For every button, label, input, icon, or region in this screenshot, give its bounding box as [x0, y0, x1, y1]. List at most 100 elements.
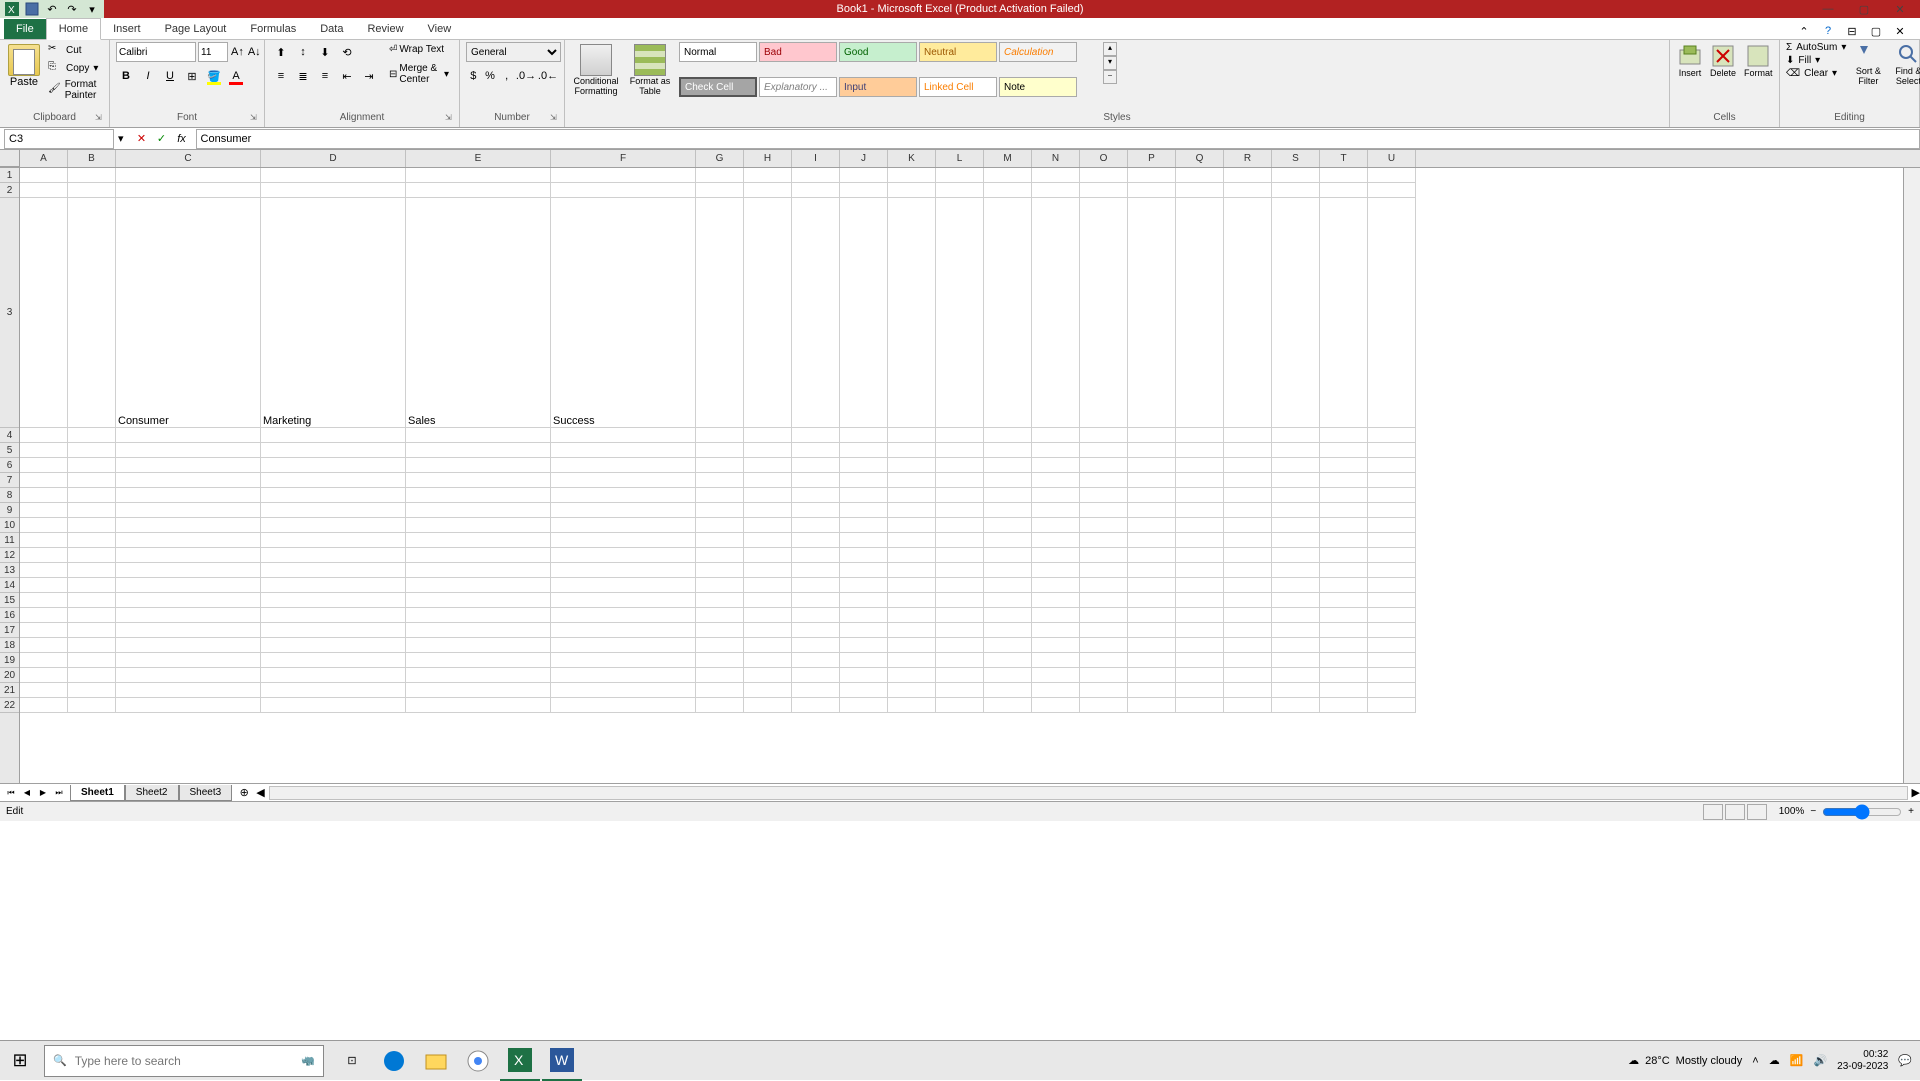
row-header-9[interactable]: 9: [0, 503, 19, 518]
col-header-E[interactable]: E: [406, 150, 551, 167]
cell-D16[interactable]: [261, 608, 406, 623]
cell-E21[interactable]: [406, 683, 551, 698]
cell-J3[interactable]: [840, 198, 888, 428]
cell-Q4[interactable]: [1176, 428, 1224, 443]
cell-C8[interactable]: [116, 488, 261, 503]
qat-dropdown-icon[interactable]: ▾: [84, 1, 100, 17]
cell-J7[interactable]: [840, 473, 888, 488]
tab-view[interactable]: View: [416, 19, 464, 39]
cell-O1[interactable]: [1080, 168, 1128, 183]
cell-K2[interactable]: [888, 183, 936, 198]
cell-K10[interactable]: [888, 518, 936, 533]
cell-T1[interactable]: [1320, 168, 1368, 183]
cell-H18[interactable]: [744, 638, 792, 653]
cell-K6[interactable]: [888, 458, 936, 473]
cell-O4[interactable]: [1080, 428, 1128, 443]
cell-T6[interactable]: [1320, 458, 1368, 473]
cell-H13[interactable]: [744, 563, 792, 578]
row-header-3[interactable]: 3: [0, 198, 19, 428]
cell-S16[interactable]: [1272, 608, 1320, 623]
cell-T4[interactable]: [1320, 428, 1368, 443]
row-header-15[interactable]: 15: [0, 593, 19, 608]
cell-D19[interactable]: [261, 653, 406, 668]
cell-M9[interactable]: [984, 503, 1032, 518]
cell-E3[interactable]: Sales: [406, 198, 551, 428]
cell-U15[interactable]: [1368, 593, 1416, 608]
cell-I9[interactable]: [792, 503, 840, 518]
col-header-P[interactable]: P: [1128, 150, 1176, 167]
cell-P2[interactable]: [1128, 183, 1176, 198]
ribbon-restore-icon[interactable]: ▢: [1868, 23, 1884, 39]
action-center-icon[interactable]: 💬: [1898, 1054, 1912, 1067]
cell-M18[interactable]: [984, 638, 1032, 653]
cell-O21[interactable]: [1080, 683, 1128, 698]
cell-K12[interactable]: [888, 548, 936, 563]
cell-O17[interactable]: [1080, 623, 1128, 638]
cell-U4[interactable]: [1368, 428, 1416, 443]
cell-L9[interactable]: [936, 503, 984, 518]
cell-E6[interactable]: [406, 458, 551, 473]
cell-G20[interactable]: [696, 668, 744, 683]
cell-B15[interactable]: [68, 593, 116, 608]
cell-H6[interactable]: [744, 458, 792, 473]
cell-T19[interactable]: [1320, 653, 1368, 668]
col-header-T[interactable]: T: [1320, 150, 1368, 167]
cell-P19[interactable]: [1128, 653, 1176, 668]
cell-L12[interactable]: [936, 548, 984, 563]
cell-L4[interactable]: [936, 428, 984, 443]
cell-F21[interactable]: [551, 683, 696, 698]
cell-J4[interactable]: [840, 428, 888, 443]
cell-S21[interactable]: [1272, 683, 1320, 698]
hscroll-right-icon[interactable]: ▶: [1912, 786, 1920, 799]
cell-U12[interactable]: [1368, 548, 1416, 563]
format-as-table-button[interactable]: Format as Table: [625, 42, 675, 110]
edge-icon[interactable]: [374, 1041, 414, 1081]
cell-N1[interactable]: [1032, 168, 1080, 183]
grow-font-button[interactable]: A↑: [230, 42, 245, 62]
cell-N8[interactable]: [1032, 488, 1080, 503]
cell-S2[interactable]: [1272, 183, 1320, 198]
col-header-M[interactable]: M: [984, 150, 1032, 167]
cell-N20[interactable]: [1032, 668, 1080, 683]
sheet-first-icon[interactable]: ⏮: [4, 786, 18, 800]
row-header-17[interactable]: 17: [0, 623, 19, 638]
cell-B3[interactable]: [68, 198, 116, 428]
italic-button[interactable]: I: [138, 66, 158, 86]
merge-center-button[interactable]: ⊟Merge & Center▾: [385, 61, 453, 87]
cell-J15[interactable]: [840, 593, 888, 608]
format-painter-button[interactable]: 🖌Format Painter: [46, 78, 103, 102]
cell-Q19[interactable]: [1176, 653, 1224, 668]
cell-J14[interactable]: [840, 578, 888, 593]
cell-A17[interactable]: [20, 623, 68, 638]
cell-I6[interactable]: [792, 458, 840, 473]
cell-U20[interactable]: [1368, 668, 1416, 683]
cell-U8[interactable]: [1368, 488, 1416, 503]
cell-Q15[interactable]: [1176, 593, 1224, 608]
cell-B12[interactable]: [68, 548, 116, 563]
cell-N18[interactable]: [1032, 638, 1080, 653]
cell-H19[interactable]: [744, 653, 792, 668]
cell-K5[interactable]: [888, 443, 936, 458]
cell-P8[interactable]: [1128, 488, 1176, 503]
cell-G14[interactable]: [696, 578, 744, 593]
cell-J21[interactable]: [840, 683, 888, 698]
tab-data[interactable]: Data: [308, 19, 355, 39]
cell-G1[interactable]: [696, 168, 744, 183]
cell-C15[interactable]: [116, 593, 261, 608]
cell-A2[interactable]: [20, 183, 68, 198]
cell-L10[interactable]: [936, 518, 984, 533]
row-header-4[interactable]: 4: [0, 428, 19, 443]
cell-I16[interactable]: [792, 608, 840, 623]
cell-M4[interactable]: [984, 428, 1032, 443]
col-header-K[interactable]: K: [888, 150, 936, 167]
cell-M10[interactable]: [984, 518, 1032, 533]
row-header-6[interactable]: 6: [0, 458, 19, 473]
cell-N15[interactable]: [1032, 593, 1080, 608]
cell-D18[interactable]: [261, 638, 406, 653]
onedrive-icon[interactable]: ☁: [1769, 1054, 1780, 1067]
cell-E10[interactable]: [406, 518, 551, 533]
cell-C21[interactable]: [116, 683, 261, 698]
cell-B22[interactable]: [68, 698, 116, 713]
cell-M2[interactable]: [984, 183, 1032, 198]
font-name-select[interactable]: [116, 42, 196, 62]
